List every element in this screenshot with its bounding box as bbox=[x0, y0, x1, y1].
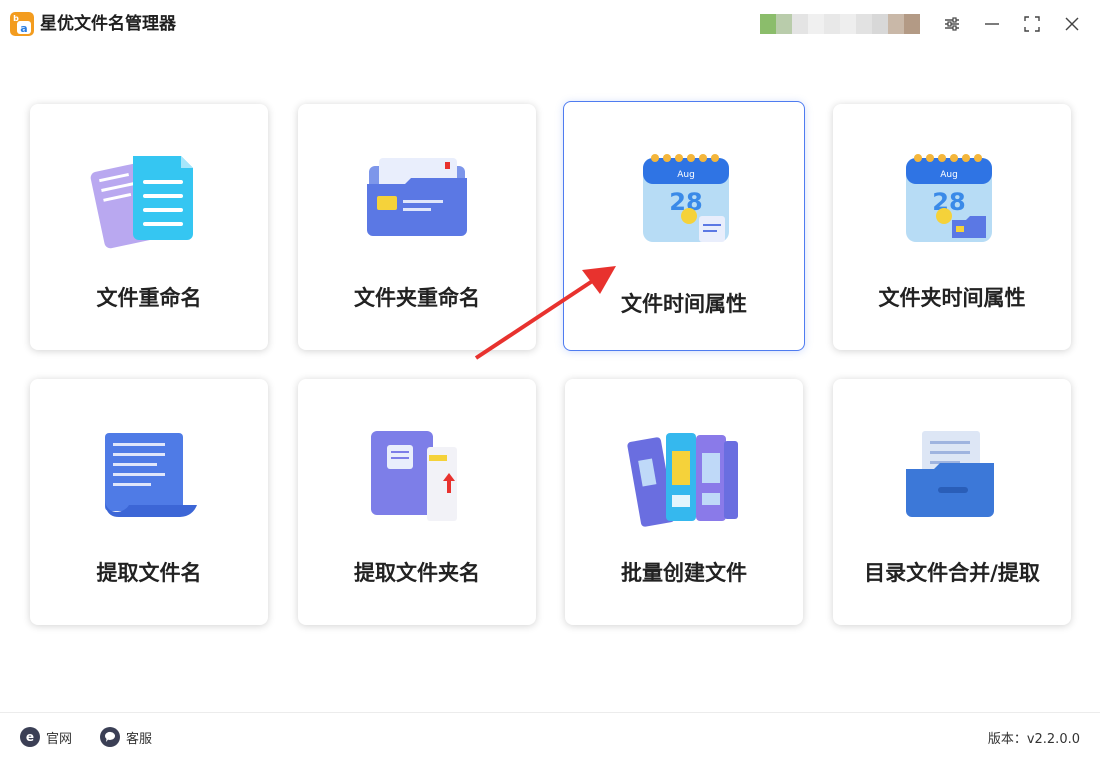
customer-service-label: 客服 bbox=[126, 731, 153, 747]
documents-icon bbox=[89, 144, 209, 254]
minimize-button[interactable] bbox=[978, 10, 1006, 38]
app-logo-icon: a b bbox=[10, 12, 34, 36]
card-extract-folder-names[interactable]: 提取文件夹名 bbox=[298, 379, 536, 625]
maximize-button[interactable] bbox=[1018, 10, 1046, 38]
close-button[interactable] bbox=[1058, 10, 1086, 38]
version-text: 版本：v2.2.0.0 bbox=[987, 732, 1080, 747]
footer: e 官网 客服 版本：v2.2.0.0 bbox=[0, 712, 1100, 760]
card-batch-create-files[interactable]: 批量创建文件 bbox=[565, 379, 803, 625]
svg-text:a: a bbox=[20, 22, 27, 35]
card-directory-merge-extract[interactable]: 目录文件合并/提取 bbox=[833, 379, 1071, 625]
minimize-icon bbox=[985, 23, 999, 25]
svg-text:b: b bbox=[13, 14, 19, 23]
website-link[interactable]: e 官网 bbox=[20, 727, 72, 747]
card-label: 提取文件名 bbox=[96, 561, 202, 585]
chat-bubble-icon bbox=[100, 727, 120, 747]
card-extract-file-names[interactable]: 提取文件名 bbox=[30, 379, 268, 625]
card-folder-time-attributes[interactable]: Aug 28 文件夹时间属性 bbox=[833, 104, 1071, 350]
card-file-rename[interactable]: 文件重命名 bbox=[30, 104, 268, 350]
browser-e-icon: e bbox=[20, 727, 40, 747]
card-label: 提取文件夹名 bbox=[354, 561, 480, 585]
folder-extract-icon bbox=[357, 419, 477, 529]
card-file-time-attributes[interactable]: Aug 28 文件时间属性 bbox=[563, 101, 805, 351]
binders-icon bbox=[624, 419, 744, 529]
card-label: 文件夹时间属性 bbox=[878, 286, 1026, 310]
folder-rename-icon bbox=[357, 144, 477, 254]
calendar-month: Aug bbox=[940, 170, 958, 180]
calendar-month: Aug bbox=[677, 170, 695, 180]
user-avatar[interactable] bbox=[760, 14, 920, 34]
card-folder-rename[interactable]: 文件夹重命名 bbox=[298, 104, 536, 350]
card-label: 批量创建文件 bbox=[621, 561, 747, 585]
calendar-folder-icon: Aug 28 bbox=[892, 144, 1012, 254]
scroll-list-icon bbox=[89, 419, 209, 529]
maximize-icon bbox=[1024, 16, 1040, 32]
title-bar: a b 星优文件名管理器 bbox=[0, 0, 1100, 48]
customer-service-link[interactable]: 客服 bbox=[100, 727, 152, 747]
calendar-file-icon: Aug 28 bbox=[625, 144, 745, 254]
card-label: 文件时间属性 bbox=[621, 292, 747, 316]
settings-button[interactable] bbox=[938, 10, 966, 38]
card-label: 文件夹重命名 bbox=[354, 286, 480, 310]
website-label: 官网 bbox=[46, 731, 73, 747]
card-label: 目录文件合并/提取 bbox=[864, 561, 1040, 585]
sliders-icon bbox=[945, 17, 959, 31]
file-drawer-icon bbox=[892, 419, 1012, 529]
app-title: 星优文件名管理器 bbox=[40, 14, 176, 34]
card-label: 文件重命名 bbox=[96, 286, 202, 310]
close-icon bbox=[1065, 17, 1079, 31]
